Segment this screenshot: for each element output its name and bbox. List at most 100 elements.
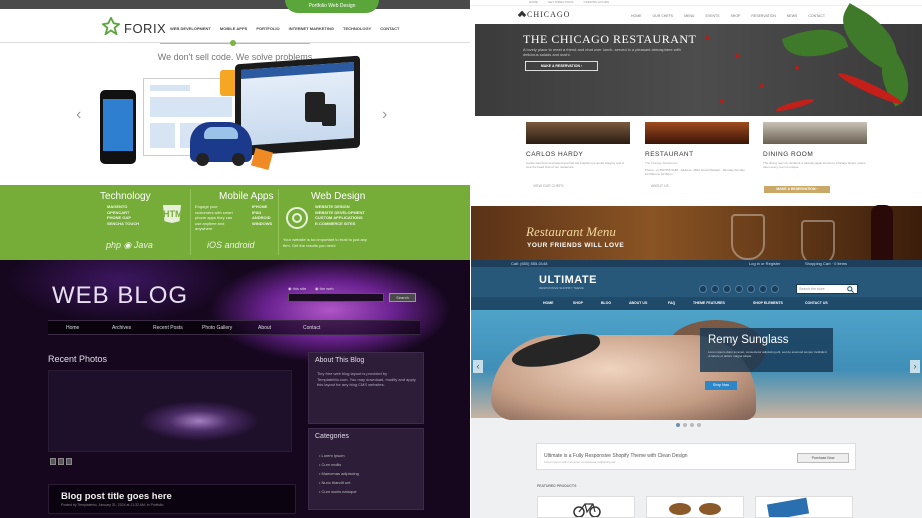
facebook-icon[interactable]	[699, 285, 707, 293]
nav-technology[interactable]: TECHNOLOGY	[343, 26, 371, 31]
forix-logo-text[interactable]: FORIX	[124, 21, 166, 36]
nav-recent-posts[interactable]: Recent Posts	[153, 325, 183, 331]
chicago-logo[interactable]: CHICAGO	[527, 10, 570, 19]
nav-our-chefs[interactable]: OUR CHEFS	[653, 14, 674, 18]
chicago-logo-icon	[517, 10, 527, 20]
product-card[interactable]	[755, 496, 853, 518]
cart-link[interactable]: Shopping Cart · 0 items	[805, 261, 847, 266]
peppercorn-icon	[795, 66, 799, 70]
category-link[interactable]: • Cum sociis natoque	[319, 489, 357, 494]
list-item: E-COMMERCE SITES	[315, 220, 356, 226]
product-card[interactable]	[646, 496, 744, 518]
nav-shop[interactable]: SHOP	[573, 301, 583, 305]
radio-label: the web	[319, 286, 334, 291]
nav-contact-us[interactable]: CONTACT US	[805, 301, 828, 305]
nav-home[interactable]: HOME	[543, 301, 554, 305]
category-link[interactable]: • Lorem ipsum	[319, 453, 345, 458]
nav-photo-gallery[interactable]: Photo Gallery	[202, 325, 232, 331]
slider-next-icon[interactable]: ›	[910, 360, 920, 373]
nav-contact[interactable]: CONTACT	[380, 26, 399, 31]
blog-title[interactable]: WEB BLOG	[52, 282, 188, 310]
top-strip	[0, 0, 470, 9]
nav-shop-elements[interactable]: SHOP ELEMENTS	[753, 301, 783, 305]
about-us-link[interactable]: ABOUT US	[651, 184, 669, 188]
restaurant-menu-title[interactable]: Restaurant Menu	[526, 224, 616, 240]
nav-contact[interactable]: CONTACT	[808, 14, 825, 18]
search-button[interactable]: Search	[389, 293, 416, 302]
about-title: About This Blog	[315, 357, 365, 364]
google-plus-icon[interactable]	[723, 285, 731, 293]
chili-pepper-icon	[774, 96, 816, 114]
nav-events[interactable]: EVENTS	[705, 14, 719, 18]
top-link-home[interactable]: HOME	[529, 0, 538, 4]
nav-blog[interactable]: BLOG	[601, 301, 611, 305]
category-link[interactable]: • Maecenas adipiscing	[319, 471, 359, 476]
category-label: Cum mollis	[321, 462, 342, 467]
forix-logo-icon	[102, 17, 120, 35]
nav-home[interactable]: HOME	[631, 14, 642, 18]
pager-dot[interactable]	[697, 423, 701, 427]
linkedin-icon[interactable]	[735, 285, 743, 293]
phone-small-icon	[322, 104, 336, 126]
promo-subtext: Lorem ipsum dolor sit amet consectetur a…	[544, 460, 616, 464]
category-link[interactable]: • Cum mollis	[319, 462, 341, 467]
search-icon[interactable]	[847, 286, 854, 293]
ultimate-nav: HOME SHOP BLOG ABOUT US FAQ THEME FEATUR…	[471, 297, 922, 310]
pager-dot[interactable]	[683, 423, 687, 427]
featured-products-title: FEATURED PRODUCTS	[537, 484, 577, 488]
pinterest-icon[interactable]	[747, 285, 755, 293]
radio-the-web[interactable]: ◉ the web	[315, 286, 334, 291]
column-separator	[190, 189, 191, 255]
nav-news[interactable]: NEWS	[787, 14, 798, 18]
sunglasses-lens-icon	[669, 503, 691, 515]
about-text: Tiny free web blog layout is provided by…	[317, 371, 416, 387]
nav-shop[interactable]: SHOP	[730, 14, 740, 18]
nav-contact[interactable]: Contact	[303, 325, 320, 331]
shop-now-button[interactable]: Shop Now	[705, 381, 737, 390]
top-link-directions[interactable]: GET DIRECTIONS	[548, 0, 573, 4]
technology-title: Technology	[100, 191, 151, 202]
ultimate-logo[interactable]: ULTIMATE	[539, 274, 597, 286]
nav-faq[interactable]: FAQ	[668, 301, 675, 305]
youtube-icon[interactable]	[759, 285, 767, 293]
slider-next-icon[interactable]: ›	[382, 106, 387, 124]
pager-dot[interactable]	[50, 458, 56, 465]
nav-web-development[interactable]: WEB DEVELOPMENT	[170, 26, 211, 31]
post-title[interactable]: Blog post title goes here	[61, 491, 172, 502]
pager-dot[interactable]	[676, 423, 680, 427]
column-separator	[278, 189, 279, 255]
slider-prev-icon[interactable]: ‹	[76, 106, 81, 124]
nav-theme-features[interactable]: THEME FEATURES	[693, 301, 725, 305]
recent-photo[interactable]	[48, 370, 292, 452]
nav-menu[interactable]: MENU	[684, 14, 694, 18]
category-label: Cum sociis natoque	[321, 489, 357, 494]
product-card[interactable]	[537, 496, 635, 518]
nav-home[interactable]: Home	[66, 325, 79, 331]
card-reservation-button[interactable]: MAKE A RESERVATION ›	[764, 186, 830, 193]
purchase-now-button[interactable]: Purchase Now	[797, 453, 849, 463]
make-reservation-button[interactable]: MAKE A RESERVATION ›	[525, 61, 598, 71]
nav-archives[interactable]: Archives	[112, 325, 131, 331]
rss-icon[interactable]	[771, 285, 779, 293]
nav-portfolio[interactable]: PORTFOLIO	[256, 26, 279, 31]
portfolio-badge[interactable]: Portfolio Web Design	[285, 0, 379, 13]
radio-this-site[interactable]: ◉ this site	[288, 286, 306, 291]
category-link[interactable]: • Nunc blandit unt	[319, 480, 350, 485]
wine-glass-icon	[731, 214, 765, 260]
pager-dot[interactable]	[690, 423, 694, 427]
nav-mobile-apps[interactable]: MOBILE APPS	[220, 26, 247, 31]
search-input[interactable]	[288, 293, 384, 302]
view-our-chefs-link[interactable]: VIEW OUR CHEFS	[533, 184, 564, 188]
top-link-hours[interactable]: OPENING HOURS	[583, 0, 609, 4]
nav-reservation[interactable]: RESERVATION	[751, 14, 776, 18]
pager-dot[interactable]	[66, 458, 72, 465]
nav-about-us[interactable]: ABOUT US	[629, 301, 647, 305]
login-register-link[interactable]: Log in or Register	[749, 261, 781, 266]
slider-prev-icon[interactable]: ‹	[473, 360, 483, 373]
nav-about[interactable]: About	[258, 325, 271, 331]
nav-internet-marketing[interactable]: INTERNET MARKETING	[289, 26, 334, 31]
card-title: CARLOS HARDY	[526, 151, 584, 158]
bicycle-icon	[573, 503, 601, 517]
twitter-icon[interactable]	[711, 285, 719, 293]
pager-dot[interactable]	[58, 458, 64, 465]
